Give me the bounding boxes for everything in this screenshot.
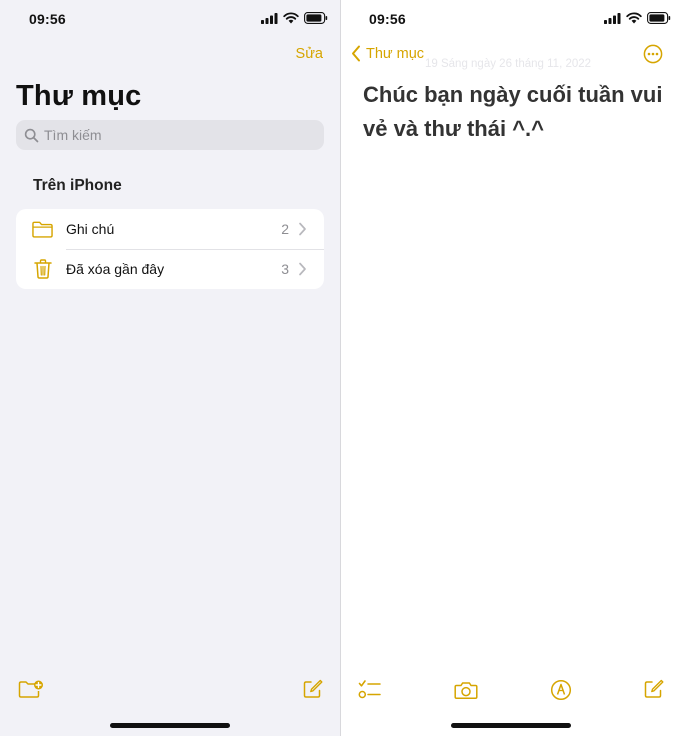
- home-indicator: [451, 723, 571, 728]
- folder-icon: [32, 219, 53, 240]
- wifi-icon: [283, 12, 299, 24]
- markup-button[interactable]: [550, 679, 572, 701]
- compose-button[interactable]: [302, 678, 324, 700]
- cellular-signal-icon: [261, 12, 278, 24]
- markup-pen-icon: [550, 679, 572, 701]
- chevron-right-icon: [299, 222, 306, 236]
- search-icon: [24, 128, 39, 142]
- back-label: Thư mục: [366, 45, 425, 62]
- checklist-button[interactable]: [358, 679, 382, 701]
- edit-button[interactable]: Sửa: [296, 46, 323, 62]
- folder-count: 2: [281, 221, 289, 237]
- cellular-signal-icon: [604, 12, 621, 24]
- folder-list: Ghi chú 2 Đã xóa gần đây 3: [16, 209, 324, 289]
- search-bar[interactable]: [16, 120, 324, 150]
- back-button[interactable]: Thư mục: [351, 45, 424, 62]
- home-indicator: [110, 723, 230, 728]
- folders-screen: 09:56 Sửa Thư mục Trên iPhone: [0, 0, 340, 736]
- folder-row-recently-deleted[interactable]: Đã xóa gần đây 3: [16, 249, 324, 289]
- battery-icon: [647, 12, 671, 24]
- battery-icon: [304, 12, 328, 24]
- folder-label: Ghi chú: [66, 221, 115, 237]
- page-title: Thư mục: [16, 80, 142, 112]
- status-icons: [261, 12, 328, 24]
- checklist-icon: [358, 680, 381, 699]
- search-input[interactable]: [44, 127, 304, 143]
- compose-icon: [644, 679, 664, 698]
- camera-icon: [454, 682, 478, 700]
- camera-button[interactable]: [454, 681, 478, 700]
- new-folder-button[interactable]: [18, 679, 44, 699]
- compose-icon: [303, 679, 323, 698]
- folder-row-notes[interactable]: Ghi chú 2: [16, 209, 324, 249]
- status-time: 09:56: [369, 11, 406, 27]
- folder-label: Đã xóa gần đây: [66, 261, 165, 277]
- chevron-left-icon: [352, 45, 360, 62]
- folder-count: 3: [281, 261, 289, 277]
- status-icons: [604, 12, 671, 24]
- note-date: 19 Sáng ngày 26 tháng 11, 2022: [425, 58, 592, 70]
- section-title: Trên iPhone: [33, 177, 122, 194]
- note-body[interactable]: Chúc bạn ngày cuối tuần vui vẻ và thư th…: [363, 78, 663, 146]
- more-ellipsis-icon: [643, 44, 663, 64]
- more-options-button[interactable]: [643, 44, 663, 64]
- wifi-icon: [626, 12, 642, 24]
- status-time: 09:56: [29, 11, 66, 27]
- note-screen: 09:56 Thư mục 19 Sáng ngày 26 tháng 11, …: [340, 0, 680, 736]
- new-folder-icon: [18, 680, 43, 698]
- compose-button[interactable]: [643, 678, 665, 700]
- chevron-right-icon: [299, 262, 306, 276]
- trash-icon: [32, 259, 53, 280]
